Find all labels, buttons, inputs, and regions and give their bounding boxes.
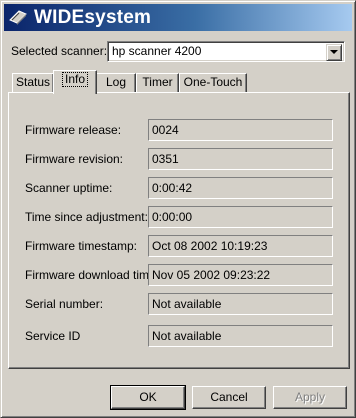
firmware-timestamp-value: Oct 08 2002 10:19:23: [152, 239, 268, 253]
firmware-timestamp-label: Firmware timestamp:: [25, 239, 138, 253]
ok-button[interactable]: OK: [110, 385, 186, 410]
tab-log-label: Log: [105, 75, 127, 89]
firmware-release-label: Firmware release:: [25, 123, 122, 137]
service-id-label: Service ID: [25, 329, 81, 343]
firmware-timestamp-field: Oct 08 2002 10:19:23: [148, 235, 333, 257]
dropdown-arrow-button[interactable]: [326, 44, 342, 61]
firmware-release-field: 0024: [148, 119, 333, 141]
service-id-field: Not available: [148, 325, 333, 347]
apply-button-label: Apply: [294, 390, 326, 404]
firmware-download-time-value: Nov 05 2002 09:23:22: [152, 268, 271, 282]
tab-timer-label: Timer: [142, 75, 173, 89]
scanner-uptime-value: 0:00:42: [152, 181, 193, 195]
tab-log[interactable]: Log: [96, 73, 136, 92]
tab-status[interactable]: Status: [12, 73, 54, 92]
firmware-download-time-label: Firmware download time:: [25, 268, 160, 282]
serial-number-value: Not available: [152, 297, 222, 311]
ok-button-label: OK: [139, 390, 157, 404]
time-since-adjustment-label: Time since adjustment:: [25, 210, 148, 224]
serial-number-label: Serial number:: [25, 297, 104, 311]
time-since-adjustment-field: 0:00:00: [148, 206, 333, 228]
tab-one-touch-label: One-Touch: [183, 75, 243, 89]
selected-scanner-label: Selected scanner:: [11, 44, 108, 58]
tab-info-label: Info: [61, 72, 89, 87]
scanner-dropdown[interactable]: hp scanner 4200: [107, 41, 345, 62]
scanner-app-icon: [9, 10, 27, 25]
window-title: WIDEsystem: [34, 7, 152, 28]
widesystem-window: WIDEsystem Selected scanner: hp scanner …: [0, 0, 356, 418]
time-since-adjustment-value: 0:00:00: [152, 210, 193, 224]
scanner-uptime-field: 0:00:42: [148, 177, 333, 199]
firmware-revision-label: Firmware revision:: [25, 152, 124, 166]
chevron-down-icon: [330, 50, 338, 54]
firmware-release-value: 0024: [152, 123, 179, 137]
cancel-button[interactable]: Cancel: [192, 386, 266, 409]
tab-one-touch[interactable]: One-Touch: [179, 73, 247, 92]
apply-button[interactable]: Apply: [273, 386, 347, 409]
firmware-download-time-field: Nov 05 2002 09:23:22: [148, 264, 333, 286]
scanner-uptime-label: Scanner uptime:: [25, 181, 113, 195]
tab-info[interactable]: Info: [53, 70, 97, 94]
firmware-revision-value: 0351: [152, 152, 179, 166]
tab-timer[interactable]: Timer: [136, 73, 179, 92]
scanner-dropdown-value: hp scanner 4200: [112, 44, 202, 58]
serial-number-field: Not available: [148, 293, 333, 315]
firmware-revision-field: 0351: [148, 148, 333, 170]
service-id-value: Not available: [152, 329, 222, 343]
tab-status-label: Status: [15, 75, 51, 89]
title-bar[interactable]: WIDEsystem: [4, 4, 352, 31]
cancel-button-label: Cancel: [210, 390, 248, 404]
